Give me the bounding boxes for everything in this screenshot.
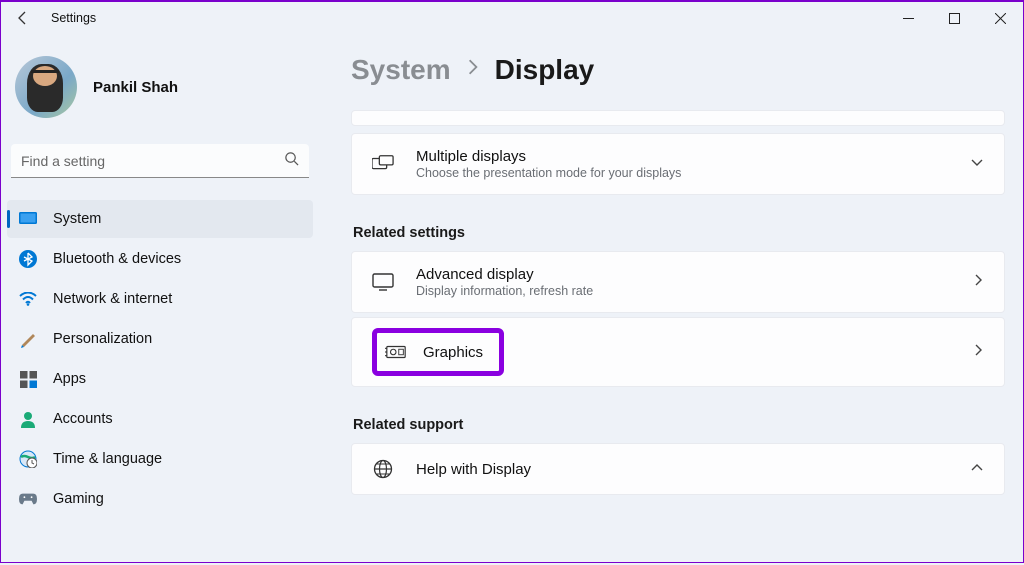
globe-clock-icon	[19, 450, 37, 468]
card-multiple-displays[interactable]: Multiple displays Choose the presentatio…	[351, 133, 1005, 195]
card-advanced-display[interactable]: Advanced display Display information, re…	[351, 251, 1005, 313]
profile-block[interactable]: Pankil Shah	[7, 46, 313, 138]
back-button[interactable]	[13, 8, 33, 28]
card-subtitle: Choose the presentation mode for your di…	[416, 166, 970, 180]
wifi-icon	[19, 290, 37, 308]
sidebar-item-accounts[interactable]: Accounts	[7, 400, 313, 438]
sidebar-item-label: System	[53, 211, 101, 227]
gamepad-icon	[19, 490, 37, 508]
sidebar-item-label: Gaming	[53, 491, 104, 507]
sidebar-item-system[interactable]: System	[7, 200, 313, 238]
breadcrumb-current: Display	[495, 54, 595, 86]
card-title: Help with Display	[416, 461, 970, 478]
sidebar-item-time-language[interactable]: Time & language	[7, 440, 313, 478]
sidebar-item-gaming[interactable]: Gaming	[7, 480, 313, 518]
nav-list: System Bluetooth & devices Network & int…	[7, 200, 313, 518]
close-button[interactable]	[977, 2, 1023, 34]
sidebar-item-label: Network & internet	[53, 291, 172, 307]
sidebar-item-bluetooth[interactable]: Bluetooth & devices	[7, 240, 313, 278]
monitor-icon	[372, 271, 394, 293]
minimize-button[interactable]	[885, 2, 931, 34]
graphics-card-icon	[385, 341, 407, 363]
multiple-displays-icon	[372, 153, 394, 175]
chevron-right-icon	[974, 343, 984, 362]
search-box[interactable]	[11, 144, 309, 178]
sidebar-item-label: Personalization	[53, 331, 152, 347]
title-bar: Settings	[1, 2, 1023, 34]
breadcrumb-parent[interactable]: System	[351, 54, 451, 86]
sidebar-item-label: Time & language	[53, 451, 162, 467]
chevron-right-icon	[467, 58, 479, 82]
breadcrumb: System Display	[351, 54, 1005, 86]
sidebar-item-label: Apps	[53, 371, 86, 387]
main-content: System Display Multiple displays Choose …	[319, 34, 1023, 565]
window-title: Settings	[51, 11, 96, 25]
avatar	[15, 56, 77, 118]
sidebar: Pankil Shah System Bluetooth & devices	[1, 34, 319, 565]
profile-name: Pankil Shah	[93, 79, 178, 96]
sidebar-item-personalization[interactable]: Personalization	[7, 320, 313, 358]
card-help-display[interactable]: Help with Display	[351, 443, 1005, 495]
card-subtitle: Display information, refresh rate	[416, 284, 974, 298]
person-icon	[19, 410, 37, 428]
sidebar-item-apps[interactable]: Apps	[7, 360, 313, 398]
help-globe-icon	[372, 458, 394, 480]
chevron-up-icon	[970, 460, 984, 478]
section-related-settings: Related settings	[353, 225, 1005, 241]
section-related-support: Related support	[353, 417, 1005, 433]
card-graphics[interactable]: Graphics	[351, 317, 1005, 387]
card-title: Advanced display	[416, 266, 974, 283]
card-title: Graphics	[423, 344, 483, 361]
system-icon	[19, 210, 37, 228]
search-input[interactable]	[21, 153, 284, 169]
maximize-button[interactable]	[931, 2, 977, 34]
window-controls	[885, 2, 1023, 34]
card-previous-stub	[351, 110, 1005, 126]
sidebar-item-network[interactable]: Network & internet	[7, 280, 313, 318]
graphics-highlight: Graphics	[372, 328, 504, 376]
chevron-down-icon	[970, 155, 984, 173]
paintbrush-icon	[19, 330, 37, 348]
card-title: Multiple displays	[416, 148, 970, 165]
chevron-right-icon	[974, 273, 984, 292]
sidebar-item-label: Accounts	[53, 411, 113, 427]
sidebar-item-label: Bluetooth & devices	[53, 251, 181, 267]
bluetooth-icon	[19, 250, 37, 268]
search-icon	[284, 151, 299, 171]
apps-icon	[19, 370, 37, 388]
